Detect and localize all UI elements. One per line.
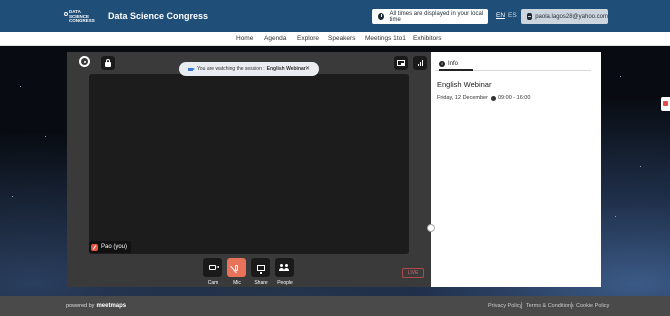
privacy-policy-link[interactable]: Privacy Policy [488,303,522,309]
star [12,196,13,197]
site-title[interactable]: Data Science Congress [108,11,208,21]
nav-agenda[interactable]: Agenda [264,35,286,42]
picture-in-picture-icon [397,60,405,66]
lock-button[interactable] [101,56,115,70]
video-camera-icon [188,67,195,71]
close-banner-icon[interactable]: ✕ [305,65,310,72]
top-bar: DATA SCIENCE CONGRESS Data Science Congr… [0,0,670,32]
people-label: People [277,280,293,286]
star [640,166,641,167]
mic-label: Mic [233,280,241,286]
live-badge: LIVE [402,268,424,278]
tab-info[interactable]: i Info [439,58,473,69]
stats-button[interactable] [413,56,427,70]
language-en[interactable]: EN [496,12,505,19]
session-time-text: 09:00 - 16:00 [498,95,531,101]
people-button[interactable] [275,258,294,277]
camera-icon [209,265,219,270]
nav-speakers[interactable]: Speakers [328,35,355,42]
logo-line-3: CONGRESS [69,18,95,23]
star [20,86,21,87]
divider [521,302,522,309]
mic-button[interactable] [227,258,246,277]
session-time: 09:00 - 16:00 [491,95,530,101]
footer: powered by meetmaps Privacy Policy Terms… [0,296,670,316]
brand-name[interactable]: meetmaps [96,303,126,309]
tab-underline [435,69,591,71]
watching-session-name: English Webinar [266,66,306,72]
user-icon [526,13,533,20]
mic-off-icon [235,264,238,271]
cam-button[interactable] [203,258,222,277]
mic-muted-icon [91,243,98,251]
user-account-button[interactable]: paola.lagos28@yahoo.com [521,9,608,24]
panel-resize-handle[interactable] [427,224,435,232]
nav-exhibitors[interactable]: Exhibitors [413,35,442,42]
nav-explore[interactable]: Explore [297,35,319,42]
powered-by-text: powered by [66,303,95,309]
side-feedback-tab[interactable] [661,97,670,111]
picture-in-picture-button[interactable] [394,56,408,70]
watching-prefix: You are watching the session : [197,66,265,72]
timezone-notice: All times are displayed in your local ti… [372,9,488,24]
participant-tag: Pao (you) [89,241,132,253]
terms-link[interactable]: Terms & Conditions [526,303,574,309]
participant-name: Pao (you) [101,244,128,250]
clock-icon [491,95,496,101]
clock-icon [378,13,385,20]
lock-icon [105,58,111,67]
people-icon [279,264,289,271]
main-nav: Home Agenda Explore Speakers Meetings 1t… [0,32,670,46]
user-email: paola.lagos28@yahoo.com [535,13,608,20]
nav-meetings[interactable]: Meetings 1to1 [365,35,406,42]
share-button[interactable] [251,258,270,277]
info-icon: i [439,60,445,67]
star [620,76,621,77]
powered-by: powered by meetmaps [66,303,126,309]
logo-mark-icon [64,12,68,16]
timezone-text: All times are displayed in your local ti… [389,10,484,23]
session-title: English Webinar [437,80,492,89]
signal-bars-icon [417,60,423,66]
congress-logo[interactable]: DATA SCIENCE CONGRESS [64,9,101,24]
live-label: LIVE [407,270,419,276]
nav-home[interactable]: Home [236,35,253,42]
session-date: Friday, 12 December [437,95,488,101]
star [45,136,46,137]
share-label: Share [254,280,268,286]
cam-label: Cam [207,280,219,286]
screen-share-icon [256,264,265,274]
meetmaps-logo-icon [79,56,90,67]
watching-session-banner: You are watching the session : English W… [179,62,319,76]
info-panel: i Info English Webinar Friday, 12 Decemb… [431,52,601,287]
language-es[interactable]: ES [508,12,517,19]
divider [571,302,572,309]
video-stream[interactable] [89,74,409,254]
cookie-policy-link[interactable]: Cookie Policy [576,303,609,309]
tab-info-label: Info [448,60,459,67]
star [615,216,616,217]
